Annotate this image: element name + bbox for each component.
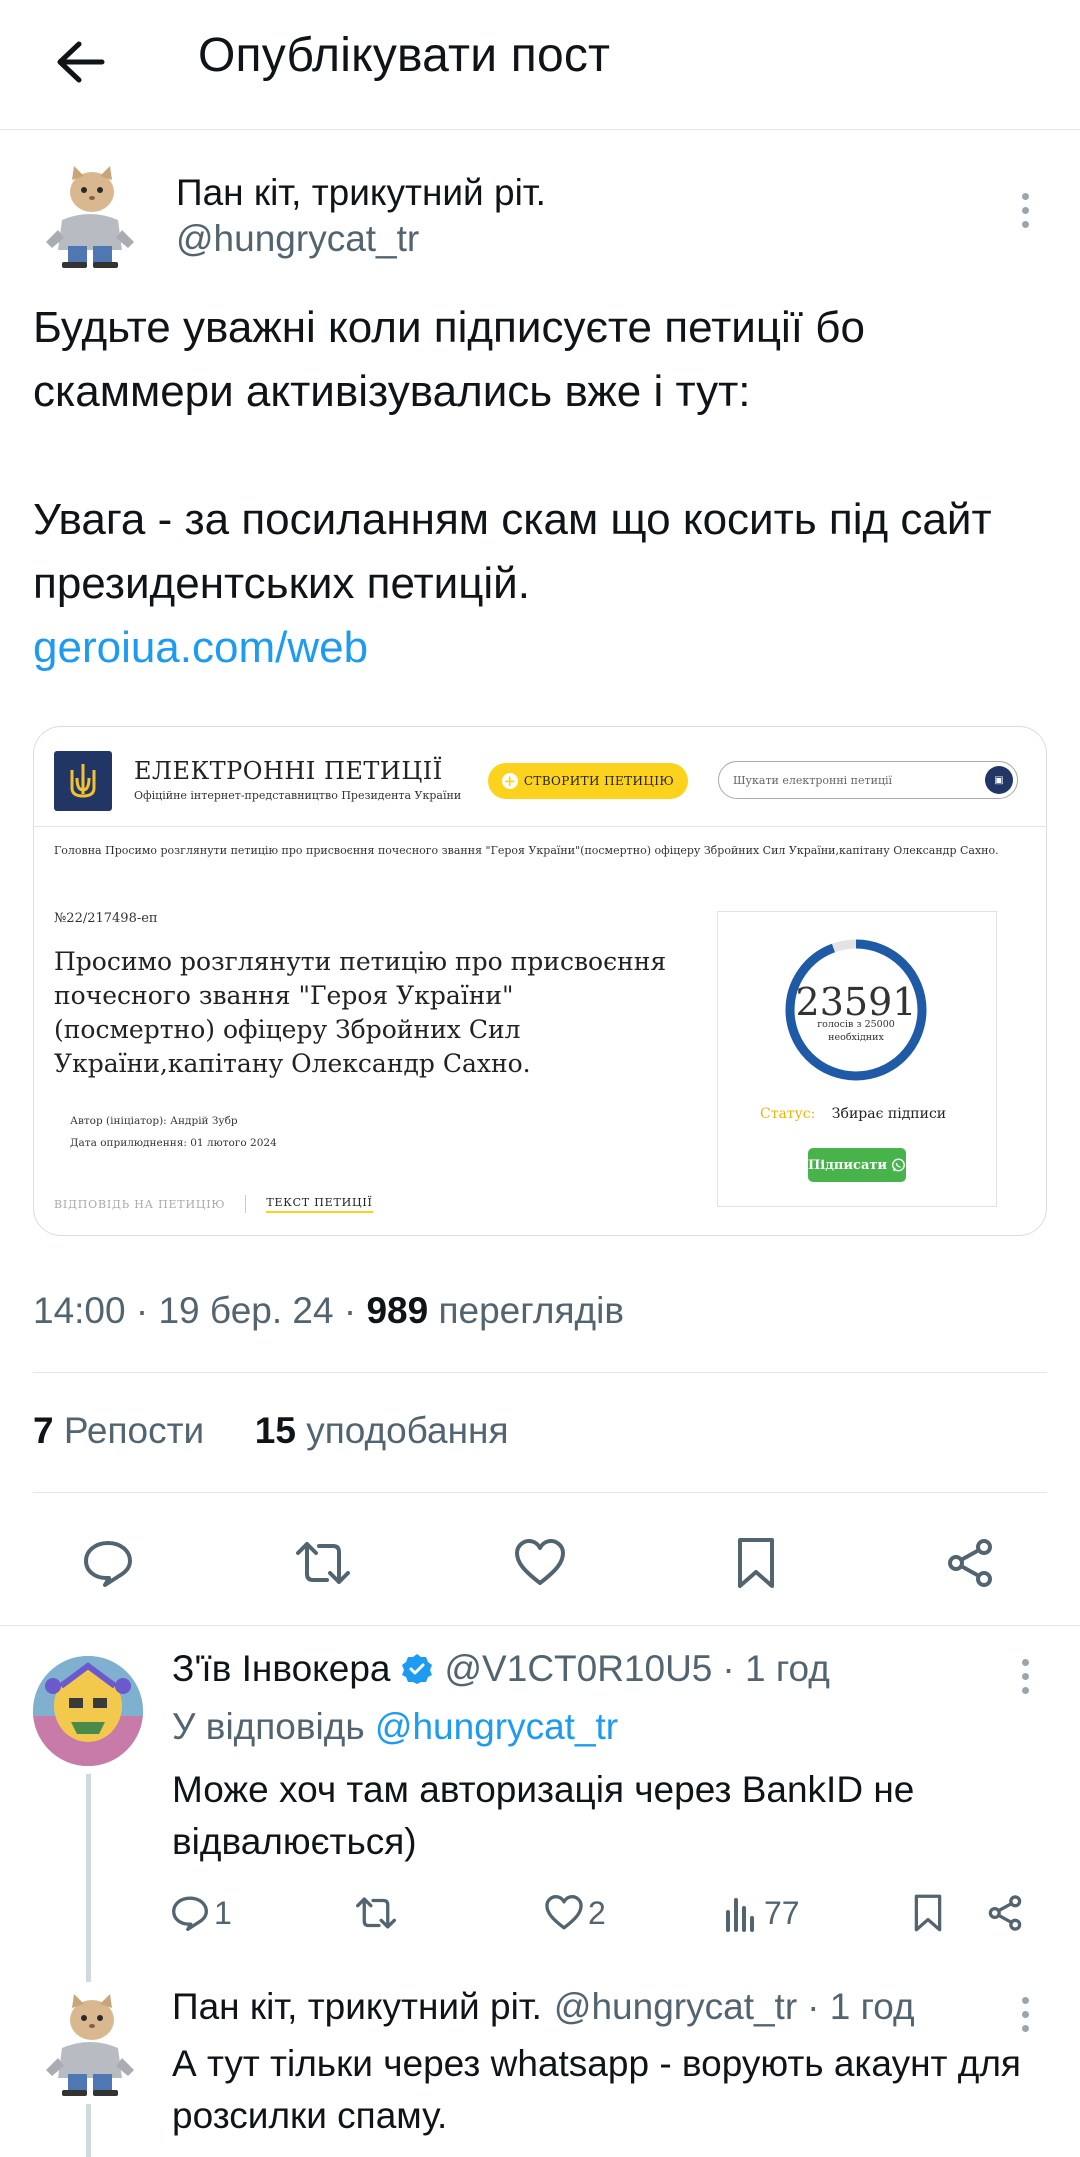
reply2-header: Пан кіт, трикутний ріт. @hungrycat_tr · … — [172, 1986, 915, 2028]
likes-label[interactable]: уподобання — [306, 1410, 508, 1451]
post-text-line: Увага - за посиланням скам що косить під… — [33, 495, 992, 608]
likes-count[interactable]: 15 — [255, 1410, 296, 1451]
reply-author-name[interactable]: З'їв Інвокера — [172, 1648, 391, 1690]
petition-breadcrumb: Головна Просимо розглянути петицію про п… — [54, 844, 999, 857]
reply2-time: · 1 год — [807, 1986, 915, 2027]
petition-search-field: Шукати електронні петиції ▣ — [718, 761, 1018, 799]
petition-search-placeholder: Шукати електронні петиції — [733, 773, 893, 787]
petition-site-header: ЕЛЕКТРОННІ ПЕТИЦІЇ Офіційне інтернет-пре… — [34, 727, 1046, 827]
bookmark-button[interactable] — [716, 1530, 796, 1596]
reply-header: З'їв Інвокера @V1CT0R10U5 · 1 год — [172, 1648, 830, 1690]
reply2-avatar[interactable] — [40, 1988, 140, 2098]
petition-tabs: ВІДПОВІДЬ НА ПЕТИЦІЮ ТЕКСТ ПЕТИЦІЇ — [54, 1195, 373, 1213]
share-icon — [948, 1539, 992, 1587]
share-icon — [988, 1895, 1022, 1931]
reply-time: · 1 год — [722, 1648, 830, 1689]
petition-date: Дата оприлюднення: 01 лютого 2024 — [70, 1137, 277, 1149]
replying-to: У відповідь @hungrycat_tr — [172, 1706, 618, 1748]
post-body: Будьте уважні коли підписуєте петиції бо… — [33, 296, 1043, 680]
post-text-line — [33, 424, 1043, 488]
search-icon: ▣ — [985, 766, 1013, 794]
reply-author-handle[interactable]: @V1CT0R10U5 — [445, 1648, 713, 1690]
status-value: Збирає підписи — [831, 1106, 947, 1122]
reply-button[interactable] — [68, 1530, 148, 1596]
reposts-label[interactable]: Репости — [64, 1410, 204, 1451]
attached-image[interactable]: ЕЛЕКТРОННІ ПЕТИЦІЇ Офіційне інтернет-пре… — [33, 726, 1047, 1236]
reply-text: Може хоч там авторизація через BankID не… — [172, 1769, 915, 1862]
petition-status: Статус: Збирає підписи — [760, 1106, 946, 1122]
views-label: переглядів — [438, 1290, 625, 1331]
post-meta: 14:00 · 19 бер. 24 · 989 переглядів — [33, 1290, 625, 1331]
page-title: Опублікувати пост — [198, 29, 611, 82]
petition-site-subtitle: Офіційне інтернет-представництво Президе… — [134, 789, 462, 802]
replying-prefix: У відповідь — [172, 1706, 365, 1747]
reply-avatar[interactable] — [33, 1656, 143, 1766]
status-label: Статус: — [760, 1106, 816, 1122]
petition-title: Просимо розглянути петицію про присвоєнн… — [54, 947, 667, 1078]
arrow-left-icon — [57, 41, 105, 83]
analytics-icon — [726, 1898, 754, 1932]
views-count: 989 — [366, 1290, 429, 1331]
petition-number: №22/217498-еп — [54, 911, 158, 926]
like-button[interactable] — [500, 1530, 580, 1596]
more-options-icon[interactable] — [1005, 180, 1045, 240]
reply2-author-handle[interactable]: @hungrycat_tr — [554, 1986, 797, 2028]
repost-button[interactable] — [283, 1530, 363, 1596]
back-button[interactable] — [40, 22, 120, 102]
bookmark-icon — [738, 1538, 774, 1588]
like-count: 2 — [588, 1894, 606, 1931]
heart-icon — [515, 1539, 565, 1585]
sign-label: Підписати — [808, 1157, 888, 1173]
whatsapp-icon — [892, 1158, 905, 1172]
plus-icon: + — [501, 772, 518, 790]
create-petition-button: + СТВОРИТИ ПЕТИЦІЮ — [488, 763, 688, 799]
petition-votes-box: 23591 голосів з 25000 необхідних Статус:… — [717, 911, 997, 1207]
verified-badge-icon — [401, 1654, 432, 1684]
top-bar: Опублікувати пост — [0, 0, 1080, 130]
author-name[interactable]: Пан кіт, трикутний ріт. — [176, 172, 546, 214]
comment-icon — [172, 1896, 208, 1931]
reposts-count[interactable]: 7 — [33, 1410, 54, 1451]
bookmark-icon — [914, 1894, 942, 1932]
replying-to-handle[interactable]: @hungrycat_tr — [375, 1706, 618, 1747]
post-time: 14:00 — [33, 1290, 126, 1331]
reply1-like-button[interactable]: 2 — [544, 1888, 606, 1938]
repost-icon — [296, 1542, 350, 1584]
post-date: 19 бер. 24 — [158, 1290, 334, 1331]
reply2-text: А тут тільки через whatsapp - ворують ак… — [172, 2043, 1021, 2136]
tab-petition-answer: ВІДПОВІДЬ НА ПЕТИЦІЮ — [54, 1197, 226, 1211]
post-stats: 7 Репости 15 уподобання — [33, 1410, 509, 1452]
author-handle[interactable]: @hungrycat_tr — [176, 218, 419, 260]
heart-icon — [545, 1895, 583, 1930]
tab-petition-text: ТЕКСТ ПЕТИЦІЇ — [266, 1196, 373, 1213]
trident-emblem-icon — [54, 751, 112, 811]
votes-needed: голосів з 25000 необхідних — [817, 1019, 895, 1043]
sign-petition-button: Підписати — [808, 1148, 906, 1182]
reply1-views-button[interactable]: 77 — [722, 1888, 800, 1938]
post-text-line: Будьте уважні коли підписуєте петиції бо… — [33, 303, 865, 416]
author-avatar[interactable] — [40, 160, 140, 270]
repost-icon — [356, 1897, 396, 1929]
reply2-more-options-icon[interactable] — [1005, 1984, 1045, 2044]
reply1-repost-button[interactable] — [354, 1888, 402, 1938]
post-link[interactable]: geroiua.com/web — [33, 623, 368, 672]
reply1-reply-button[interactable]: 1 — [170, 1888, 232, 1938]
votes-gauge: 23591 голосів з 25000 необхідних — [782, 936, 930, 1084]
create-petition-label: СТВОРИТИ ПЕТИЦІЮ — [523, 774, 675, 788]
reply1-share-button[interactable] — [986, 1888, 1024, 1938]
share-button[interactable] — [930, 1530, 1010, 1596]
reply1-bookmark-button[interactable] — [912, 1888, 944, 1938]
reply-count: 1 — [214, 1894, 232, 1931]
comment-icon — [84, 1541, 132, 1587]
reply-more-options-icon[interactable] — [1005, 1646, 1045, 1706]
views-count: 77 — [764, 1894, 800, 1931]
petition-site-title: ЕЛЕКТРОННІ ПЕТИЦІЇ — [134, 757, 443, 785]
reply2-author-name[interactable]: Пан кіт, трикутний ріт. — [172, 1986, 542, 2028]
petition-author: Автор (ініціатор): Андрій Зубр — [70, 1115, 238, 1127]
